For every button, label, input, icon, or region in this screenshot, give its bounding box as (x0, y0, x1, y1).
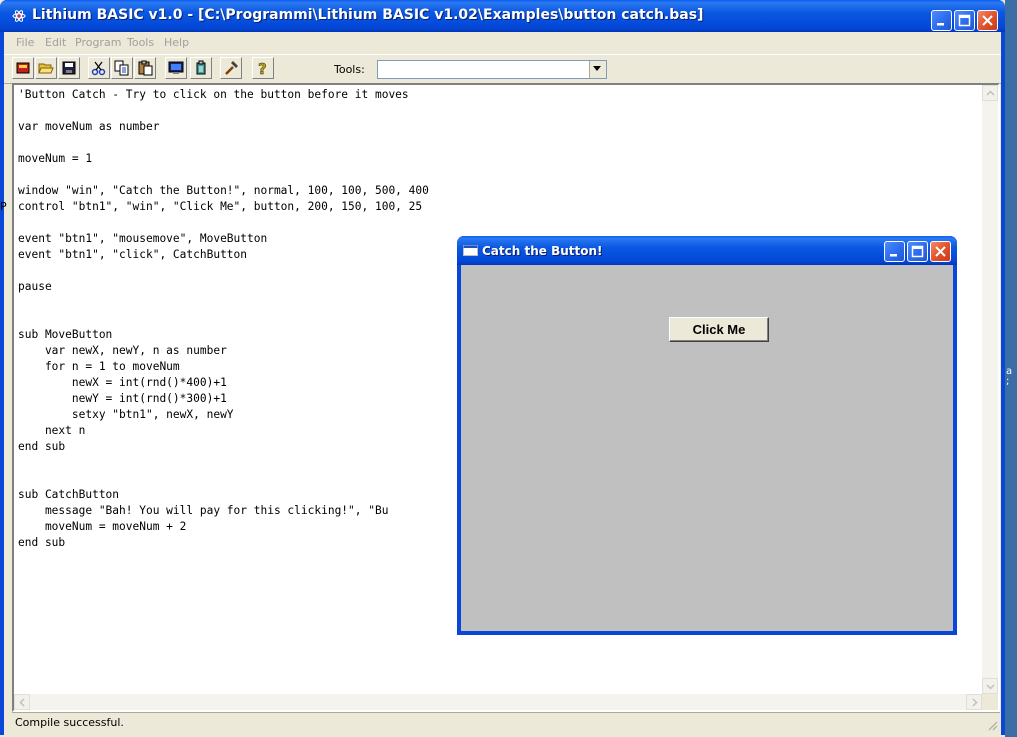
click-me-button[interactable]: Click Me (669, 317, 769, 342)
minimize-icon (937, 23, 944, 26)
compile-icon (196, 60, 206, 75)
tools-dropdown[interactable] (377, 60, 607, 79)
scroll-down-button[interactable] (982, 678, 998, 694)
tools-dropdown-arrow[interactable] (589, 61, 606, 78)
maximize-icon (958, 14, 971, 27)
run-window-button[interactable] (165, 57, 187, 79)
horizontal-scrollbar[interactable] (14, 694, 982, 710)
child-maximize-button[interactable] (907, 241, 928, 262)
menu-program[interactable]: Program (75, 36, 121, 49)
tools-label: Tools: (334, 63, 365, 76)
menu-edit[interactable]: Edit (45, 36, 66, 49)
build-button[interactable] (220, 57, 242, 79)
new-button[interactable] (12, 57, 34, 79)
maximize-icon (911, 245, 924, 258)
lithium-app-icon (12, 10, 26, 22)
resize-grip-icon[interactable] (986, 719, 998, 731)
new-icon (16, 62, 30, 74)
status-bar: Compile successful. (12, 712, 1000, 733)
compile-button[interactable] (190, 57, 212, 79)
open-icon (38, 63, 54, 74)
menu-help[interactable]: Help (164, 36, 189, 49)
close-icon (935, 246, 946, 257)
window-icon (463, 245, 478, 256)
scroll-corner (982, 694, 998, 710)
minimize-button[interactable] (931, 10, 952, 31)
child-client-area: Click Me (461, 265, 953, 631)
desktop-edge-text: a ; (1006, 366, 1013, 387)
cut-button[interactable] (88, 57, 110, 79)
save-button[interactable] (58, 57, 80, 79)
menu-file[interactable]: File (16, 36, 34, 49)
toolbar: ? Tools: (4, 54, 1001, 84)
svg-text:?: ? (258, 60, 267, 76)
child-window-title: Catch the Button! (482, 244, 603, 258)
code-text[interactable]: 'Button Catch - Try to click on the butt… (18, 87, 429, 551)
status-text: Compile successful. (15, 716, 124, 729)
close-icon (982, 15, 993, 26)
scroll-right-button[interactable] (966, 694, 982, 710)
copy-icon (114, 60, 129, 76)
child-close-button[interactable] (930, 241, 951, 262)
vertical-scrollbar[interactable] (982, 85, 998, 694)
menu-bar: File Edit Program Tools Help (4, 32, 1001, 54)
child-minimize-button[interactable] (884, 241, 905, 262)
cut-icon (91, 61, 106, 76)
scroll-up-button[interactable] (982, 85, 998, 101)
minimize-icon (890, 254, 897, 257)
arrow-left-icon (19, 698, 25, 707)
window-title: Lithium BASIC v1.0 - [C:\Programmi\Lithi… (32, 7, 704, 23)
paste-icon (138, 60, 153, 76)
arrow-up-icon (986, 90, 995, 96)
paste-button[interactable] (134, 57, 156, 79)
help-icon: ? (258, 60, 267, 76)
copy-button[interactable] (111, 57, 133, 79)
run-window-icon (168, 61, 184, 74)
help-button[interactable]: ? (252, 57, 274, 79)
desktop-background: a ; (1005, 0, 1017, 737)
child-title-bar[interactable]: Catch the Button! (457, 236, 957, 265)
build-hammer-icon (225, 61, 238, 75)
close-button[interactable] (977, 10, 998, 31)
chevron-down-icon (593, 66, 601, 71)
menu-tools[interactable]: Tools (127, 36, 154, 49)
arrow-down-icon (986, 684, 995, 690)
open-button[interactable] (35, 57, 57, 79)
maximize-button[interactable] (954, 10, 975, 31)
catch-button-window: Catch the Button! Click Me (457, 236, 957, 635)
arrow-right-icon (972, 698, 978, 707)
left-edge-char: P (0, 200, 7, 213)
scroll-left-button[interactable] (14, 694, 30, 710)
title-bar[interactable]: Lithium BASIC v1.0 - [C:\Programmi\Lithi… (0, 0, 1005, 32)
save-icon (62, 61, 76, 75)
